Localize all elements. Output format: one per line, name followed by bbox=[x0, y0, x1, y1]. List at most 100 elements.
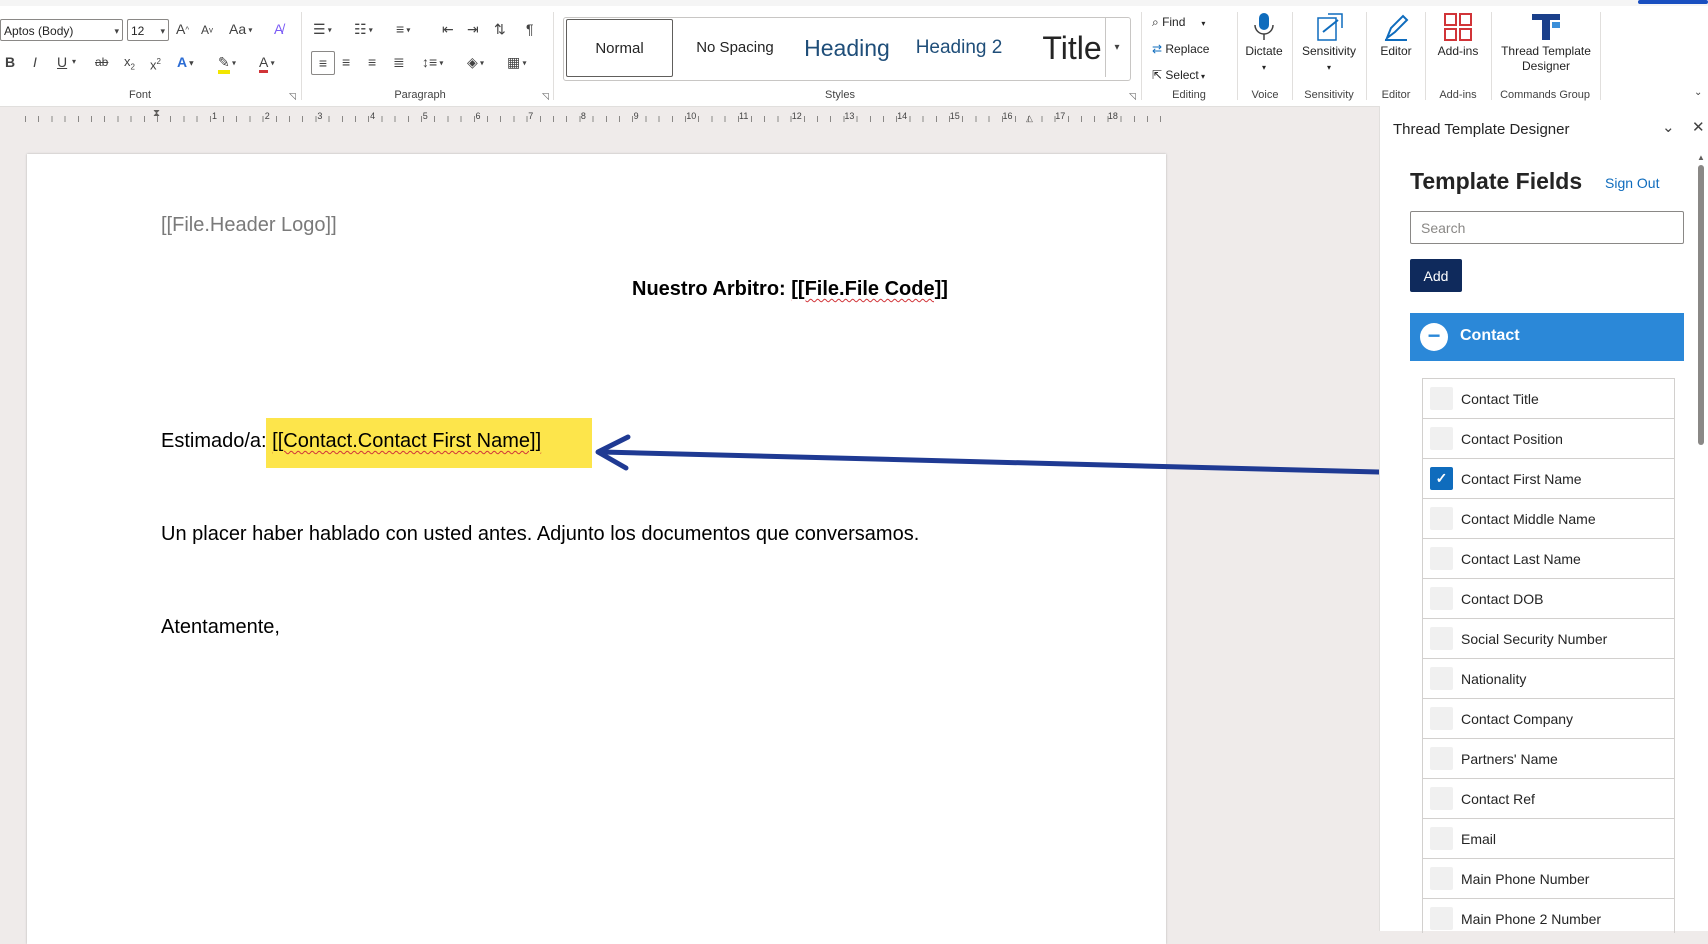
italic-button[interactable]: I bbox=[33, 53, 37, 71]
chevron-down-icon: ▾ bbox=[1201, 19, 1206, 28]
list-item[interactable]: Partners' Name bbox=[1422, 738, 1675, 778]
list-item[interactable]: Contact Middle Name bbox=[1422, 498, 1675, 538]
share-button[interactable] bbox=[1638, 0, 1708, 4]
style-normal[interactable]: Normal bbox=[566, 19, 673, 77]
grow-font-icon[interactable]: A^ bbox=[176, 20, 189, 39]
font-name-dropdown[interactable]: Aptos (Body) ▾ bbox=[0, 19, 123, 41]
editor-pen-icon bbox=[1384, 14, 1409, 41]
align-center-icon[interactable]: ≡ bbox=[342, 53, 350, 71]
text-effects-icon[interactable]: A ▾ bbox=[177, 53, 193, 72]
checkbox[interactable] bbox=[1430, 667, 1453, 690]
bullets-icon[interactable]: ☰ ▾ bbox=[313, 20, 332, 39]
checkbox[interactable] bbox=[1430, 787, 1453, 810]
list-item[interactable]: Contact Position bbox=[1422, 418, 1675, 458]
change-case-icon[interactable]: Aa ▾ bbox=[229, 20, 252, 39]
list-item[interactable]: Nationality bbox=[1422, 658, 1675, 698]
list-item[interactable]: Contact Company bbox=[1422, 698, 1675, 738]
style-heading[interactable]: Heading bbox=[792, 19, 902, 77]
borders-icon[interactable]: ▦ ▾ bbox=[507, 53, 526, 72]
chevron-down-icon: ▾ bbox=[1326, 63, 1331, 72]
close-icon[interactable]: ✕ bbox=[1692, 118, 1705, 136]
sign-out-link[interactable]: Sign Out bbox=[1605, 175, 1659, 191]
multilevel-list-icon[interactable]: ≡ ▾ bbox=[396, 20, 410, 39]
line-spacing-icon[interactable]: ↕≡ ▾ bbox=[422, 53, 443, 72]
style-heading-2[interactable]: Heading 2 bbox=[904, 19, 1014, 77]
chevron-down-icon[interactable]: ⌄ bbox=[1662, 118, 1675, 136]
pane-scrollbar[interactable]: ▲ bbox=[1696, 153, 1706, 931]
add-ins-button[interactable]: Add-ins bbox=[1430, 12, 1486, 59]
show-marks-button[interactable]: ¶ bbox=[526, 20, 534, 38]
sensitivity-button[interactable]: Sensitivity ▾ bbox=[1297, 12, 1361, 75]
thread-template-designer-button[interactable]: Thread Template Designer bbox=[1496, 12, 1596, 74]
list-item[interactable]: Contact Title bbox=[1422, 378, 1675, 418]
font-color-icon[interactable]: A ▾ bbox=[259, 53, 275, 73]
superscript-button[interactable]: x2 bbox=[150, 53, 161, 74]
clear-formatting-icon[interactable]: A̸ bbox=[274, 20, 283, 38]
list-item[interactable]: Main Phone 2 Number bbox=[1422, 898, 1675, 933]
scrollbar-thumb[interactable] bbox=[1698, 165, 1704, 445]
right-indent-marker-icon[interactable]: △ bbox=[1026, 113, 1033, 124]
dictate-button[interactable]: Dictate ▾ bbox=[1242, 12, 1286, 75]
list-item[interactable]: Contact DOB bbox=[1422, 578, 1675, 618]
checkbox[interactable] bbox=[1430, 627, 1453, 650]
editor-button[interactable]: Editor bbox=[1371, 12, 1421, 59]
justify-icon[interactable]: ≣ bbox=[393, 53, 405, 71]
highlight-color-icon[interactable]: ✎ ▾ bbox=[218, 53, 236, 74]
list-item[interactable]: Social Security Number bbox=[1422, 618, 1675, 658]
file-code-field[interactable]: [[File.File Code]] bbox=[791, 278, 948, 300]
shrink-font-icon[interactable]: Av bbox=[201, 20, 213, 39]
dialog-launcher-icon[interactable]: ◹ bbox=[289, 91, 296, 102]
contact-section-header[interactable]: − Contact bbox=[1410, 313, 1684, 361]
dialog-launcher-icon[interactable]: ◹ bbox=[1129, 91, 1136, 102]
strikethrough-button[interactable]: ab bbox=[95, 53, 108, 71]
replace-button[interactable]: ⇄ Replace bbox=[1152, 41, 1209, 57]
style-no-spacing[interactable]: No Spacing bbox=[679, 19, 791, 77]
checkbox[interactable] bbox=[1430, 587, 1453, 610]
checkbox[interactable] bbox=[1430, 747, 1453, 770]
scroll-up-icon[interactable]: ▲ bbox=[1697, 153, 1705, 162]
ruler-number: 3 bbox=[317, 111, 323, 121]
styles-more-button[interactable]: ▾ bbox=[1105, 18, 1128, 77]
ruler-number: 11 bbox=[739, 111, 749, 121]
font-size-dropdown[interactable]: 12 ▾ bbox=[127, 19, 169, 41]
numbering-icon[interactable]: ☷ ▾ bbox=[354, 20, 373, 39]
increase-indent-icon[interactable]: ⇥ bbox=[467, 20, 479, 38]
list-item[interactable]: ✓ Contact First Name bbox=[1422, 458, 1675, 498]
search-input[interactable] bbox=[1410, 211, 1684, 244]
editing-group-label: Editing bbox=[1172, 89, 1206, 101]
list-item[interactable]: Contact Ref bbox=[1422, 778, 1675, 818]
checkbox[interactable] bbox=[1430, 827, 1453, 850]
underline-button[interactable]: U bbox=[57, 53, 67, 71]
select-button[interactable]: ⇱ Select ▾ bbox=[1152, 67, 1205, 85]
checkbox-checked[interactable]: ✓ bbox=[1430, 467, 1453, 490]
checkbox[interactable] bbox=[1430, 907, 1453, 930]
checkbox[interactable] bbox=[1430, 387, 1453, 410]
checkbox[interactable] bbox=[1430, 507, 1453, 530]
chevron-down-icon[interactable]: ▾ bbox=[72, 53, 76, 71]
subscript-button[interactable]: x2 bbox=[124, 53, 135, 77]
align-left-icon[interactable]: ≡ bbox=[311, 51, 335, 75]
sort-icon[interactable]: ⇅ bbox=[494, 20, 506, 38]
dialog-launcher-icon[interactable]: ◹ bbox=[542, 91, 549, 102]
contact-first-name-field[interactable]: [[Contact.Contact First Name]] bbox=[272, 430, 541, 452]
align-right-icon[interactable]: ≡ bbox=[368, 53, 376, 71]
horizontal-ruler[interactable]: 1 2 3 4 5 6 7 8 9 10 11 12 13 14 15 16 17 18 ⧗ △ bbox=[0, 107, 1370, 127]
checkbox[interactable] bbox=[1430, 547, 1453, 570]
arbitro-line: Nuestro Arbitro: [[File.File Code]] bbox=[632, 278, 948, 301]
add-button[interactable]: Add bbox=[1410, 259, 1462, 292]
document-page[interactable]: [[File.Header Logo]] Nuestro Arbitro: [[… bbox=[27, 154, 1166, 944]
checkbox[interactable] bbox=[1430, 707, 1453, 730]
find-button[interactable]: ⌕ Find ▾ bbox=[1152, 14, 1205, 32]
checkbox[interactable] bbox=[1430, 427, 1453, 450]
decrease-indent-icon[interactable]: ⇤ bbox=[442, 20, 454, 38]
bold-button[interactable]: B bbox=[5, 53, 15, 71]
list-item[interactable]: Email bbox=[1422, 818, 1675, 858]
collapse-minus-icon[interactable]: − bbox=[1420, 323, 1448, 351]
header-logo-field[interactable]: [[File.Header Logo]] bbox=[161, 214, 337, 237]
indent-marker-icon[interactable]: ⧗ bbox=[153, 108, 160, 119]
list-item[interactable]: Contact Last Name bbox=[1422, 538, 1675, 578]
shading-icon[interactable]: ◈ ▾ bbox=[467, 53, 484, 72]
collapse-ribbon-icon[interactable]: ⌄ bbox=[1694, 84, 1702, 102]
list-item[interactable]: Main Phone Number bbox=[1422, 858, 1675, 898]
checkbox[interactable] bbox=[1430, 867, 1453, 890]
